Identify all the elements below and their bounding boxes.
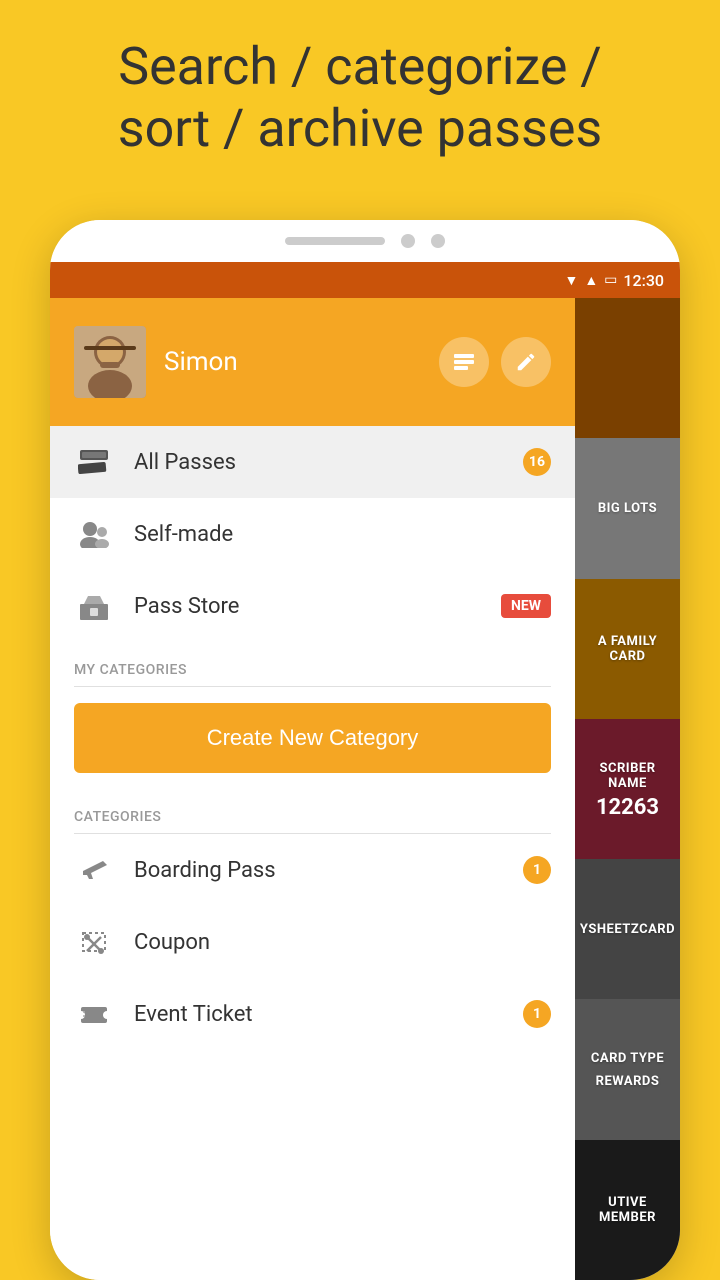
- menu-item-all-passes[interactable]: All Passes 16: [50, 426, 575, 498]
- drawer-actions: [439, 337, 551, 387]
- coupon-icon: [74, 922, 114, 962]
- avatar: [74, 326, 146, 398]
- phone-screen: ▼ ▲ ▭ 12:30: [50, 262, 680, 1280]
- pass-store-badge: NEW: [501, 594, 551, 618]
- passes-action-button[interactable]: [439, 337, 489, 387]
- card-7[interactable]: UTIVE MEMBER: [575, 1140, 680, 1280]
- user-name: Simon: [164, 347, 238, 377]
- card-5[interactable]: YSHEETZCARD: [575, 859, 680, 999]
- menu-item-event-ticket[interactable]: Event Ticket 1: [50, 978, 575, 1050]
- edit-action-button[interactable]: [501, 337, 551, 387]
- card-5-label: YSHEETZCARD: [576, 918, 679, 941]
- promo-text: Search / categorize / sort / archive pas…: [0, 0, 720, 191]
- boarding-pass-icon: [74, 850, 114, 890]
- wifi-icon: ▼: [564, 272, 578, 289]
- card-2-label: BIG LOTS: [594, 497, 661, 520]
- all-passes-label: All Passes: [134, 450, 523, 475]
- my-categories-heading: MY CATEGORIES: [50, 642, 575, 686]
- card-6-label: CARD TYPE: [587, 1047, 668, 1070]
- status-icons: ▼ ▲ ▭ 12:30: [564, 271, 664, 290]
- event-ticket-icon: [74, 994, 114, 1034]
- card-3-label: A FAMILY CARD: [575, 630, 680, 668]
- categories-heading: CATEGORIES: [50, 789, 575, 833]
- menu-item-boarding-pass[interactable]: Boarding Pass 1: [50, 834, 575, 906]
- pass-store-label: Pass Store: [134, 594, 501, 619]
- cards-panel: BIG LOTS A FAMILY CARD SCRIBER NAME 1226…: [575, 298, 680, 1280]
- card-4[interactable]: SCRIBER NAME 12263: [575, 719, 680, 859]
- all-passes-icon: [74, 442, 114, 482]
- phone-dot-1: [401, 234, 415, 248]
- status-bar: ▼ ▲ ▭ 12:30: [50, 262, 680, 298]
- user-info: Simon: [74, 326, 238, 398]
- card-4-number: 12263: [575, 795, 680, 820]
- card-2[interactable]: BIG LOTS: [575, 438, 680, 578]
- card-3[interactable]: A FAMILY CARD: [575, 579, 680, 719]
- avatar-image: [74, 326, 146, 398]
- screen-content: Simon: [50, 298, 680, 1280]
- signal-icon: ▲: [584, 272, 598, 289]
- drawer-header: Simon: [50, 298, 575, 426]
- battery-icon: ▭: [604, 272, 617, 288]
- phone-bar: [285, 237, 385, 245]
- card-4-sublabel: SCRIBER NAME: [575, 757, 680, 795]
- card-6[interactable]: CARD TYPE REWARDS: [575, 999, 680, 1139]
- phone-dot-2: [431, 234, 445, 248]
- all-passes-badge: 16: [523, 448, 551, 476]
- boarding-pass-label: Boarding Pass: [134, 858, 523, 883]
- status-time: 12:30: [623, 271, 664, 290]
- menu-item-self-made[interactable]: Self-made: [50, 498, 575, 570]
- coupon-label: Coupon: [134, 930, 551, 955]
- card-6-sublabel: REWARDS: [587, 1070, 668, 1093]
- card-7-label: UTIVE MEMBER: [575, 1191, 680, 1229]
- self-made-label: Self-made: [134, 522, 551, 547]
- menu-item-pass-store[interactable]: Pass Store NEW: [50, 570, 575, 642]
- my-categories-divider: [74, 686, 551, 687]
- event-ticket-badge: 1: [523, 1000, 551, 1028]
- boarding-pass-badge: 1: [523, 856, 551, 884]
- pass-store-icon: [74, 586, 114, 626]
- phone-frame: ▼ ▲ ▭ 12:30: [50, 220, 680, 1280]
- drawer: Simon: [50, 298, 575, 1280]
- menu-item-coupon[interactable]: Coupon: [50, 906, 575, 978]
- phone-top: [50, 220, 680, 262]
- card-1[interactable]: [575, 298, 680, 438]
- create-category-button[interactable]: Create New Category: [74, 703, 551, 773]
- self-made-icon: [74, 514, 114, 554]
- event-ticket-label: Event Ticket: [134, 1002, 523, 1027]
